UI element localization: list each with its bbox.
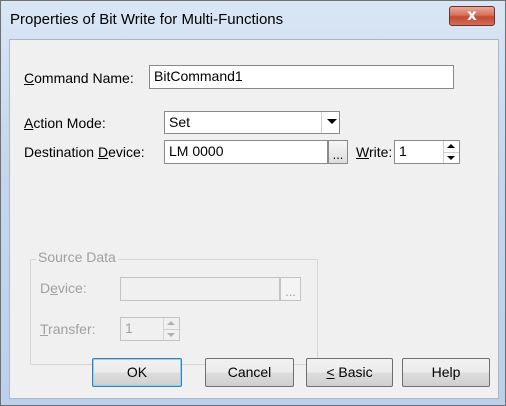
write-spin-buttons[interactable] (443, 141, 459, 163)
cancel-button[interactable]: Cancel (205, 358, 294, 387)
dialog-client-area: Command Name: BitCommand1 Action Mode: S… (9, 39, 499, 399)
write-value: 1 (399, 143, 407, 159)
write-stepper[interactable]: 1 (394, 140, 460, 164)
title-bar: Properties of Bit Write for Multi-Functi… (1, 1, 505, 39)
command-name-input[interactable]: BitCommand1 (149, 65, 454, 89)
destination-browse-button[interactable]: ... (328, 140, 348, 164)
write-label: Write: (356, 144, 393, 160)
properties-dialog: Properties of Bit Write for Multi-Functi… (0, 0, 506, 406)
source-device-input[interactable] (120, 277, 280, 301)
destination-device-label: Destination Device: (24, 144, 145, 160)
source-data-group (30, 259, 318, 365)
close-button[interactable]: x (449, 6, 495, 26)
destination-device-input[interactable]: LM 0000 (164, 140, 328, 164)
transfer-spin-buttons[interactable] (163, 318, 179, 340)
source-data-title: Source Data (36, 249, 118, 265)
help-button[interactable]: Help (402, 358, 490, 387)
transfer-value: 1 (125, 320, 133, 336)
spin-down-icon[interactable] (167, 333, 175, 337)
chevron-down-icon[interactable] (321, 112, 339, 133)
source-browse-button[interactable]: ... (280, 277, 301, 301)
ok-button[interactable]: OK (92, 358, 182, 387)
window-title: Properties of Bit Write for Multi-Functi… (10, 11, 284, 28)
command-name-label: Command Name: (24, 70, 134, 86)
spin-up-icon[interactable] (447, 144, 455, 148)
source-device-label: Device: (40, 280, 87, 296)
spin-down-icon[interactable] (447, 156, 455, 160)
action-mode-select[interactable]: Set (164, 111, 340, 134)
basic-button[interactable]: < Basic (306, 358, 393, 387)
spin-up-icon[interactable] (167, 321, 175, 325)
transfer-stepper[interactable]: 1 (120, 317, 180, 341)
transfer-label: Transfer: (40, 321, 96, 337)
spin-divider (444, 152, 459, 153)
action-mode-label: Action Mode: (24, 115, 106, 131)
action-mode-value: Set (169, 114, 191, 130)
spin-divider (164, 329, 179, 330)
close-icon: x (467, 6, 477, 24)
